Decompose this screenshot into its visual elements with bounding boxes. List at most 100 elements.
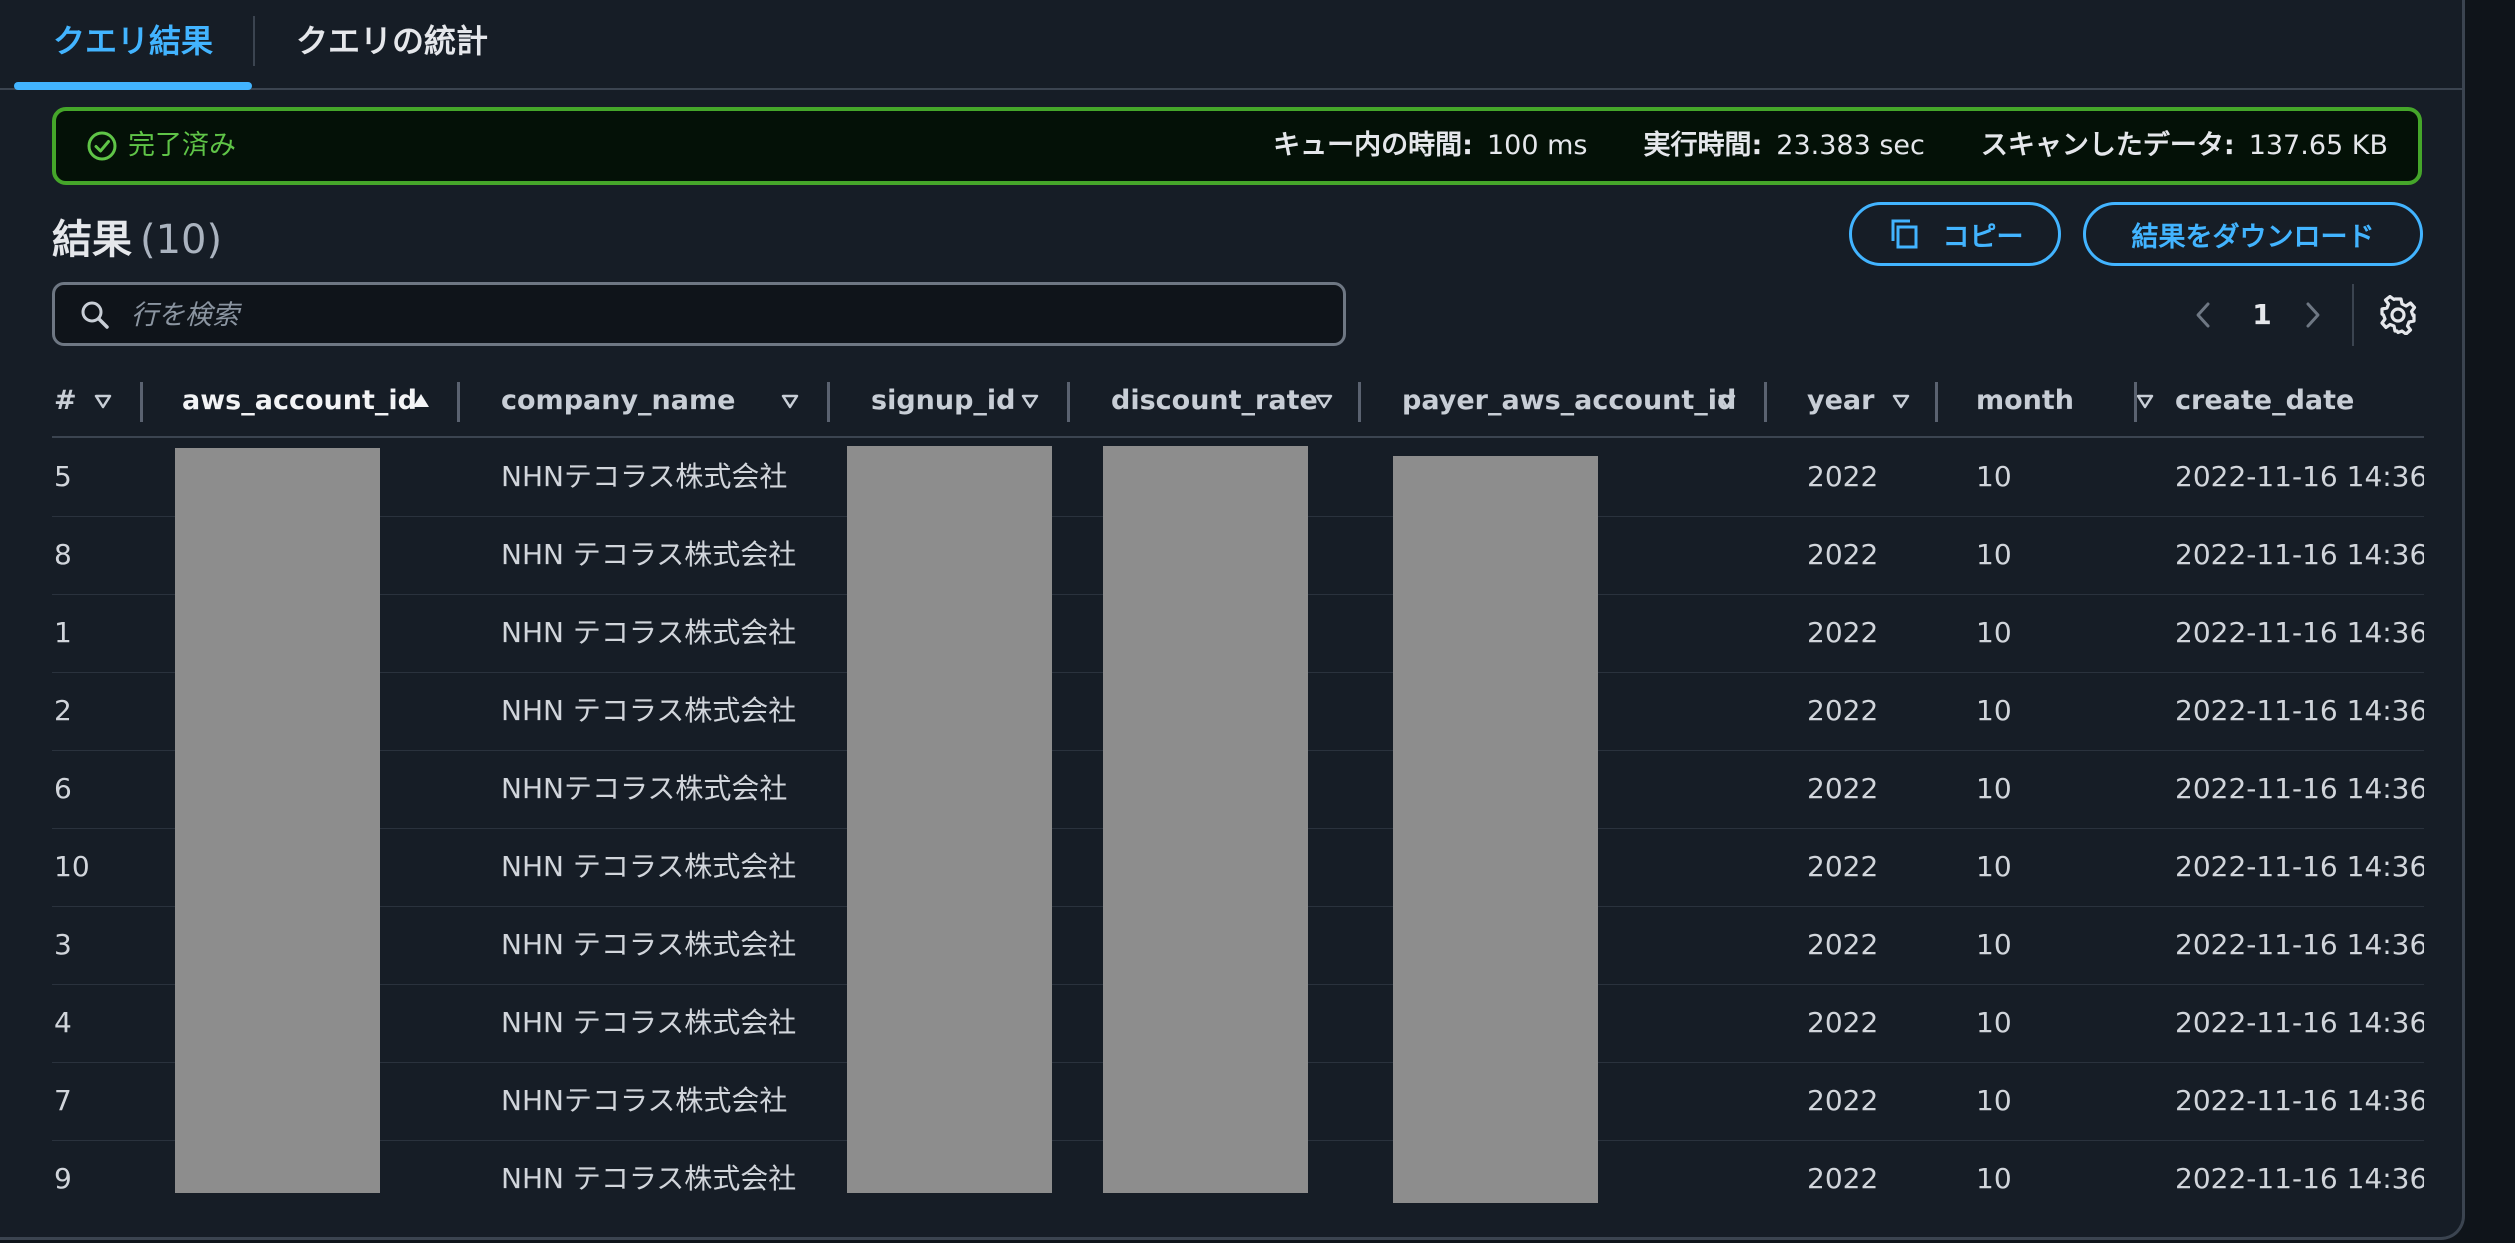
redacted-aws-account-id: [175, 448, 380, 1193]
cell-company-name: NHNテコラス株式会社: [501, 772, 788, 805]
cell-create-date: 2022-11-16 14:36:2: [2175, 1084, 2424, 1117]
column-header-year[interactable]: year: [1807, 368, 1910, 434]
sort-icon[interactable]: [781, 392, 799, 410]
sort-icon[interactable]: [94, 392, 112, 410]
download-results-label: 結果をダウンロード: [2131, 221, 2375, 252]
check-circle-icon: [87, 131, 117, 161]
pagination-divider: [2352, 284, 2354, 346]
cell-month: 10: [1976, 694, 2012, 727]
cell-row-number: 1: [54, 616, 72, 649]
scanned-data-label: スキャンしたデータ:: [1980, 130, 2235, 161]
cell-month: 10: [1976, 772, 2012, 805]
cell-row-number: 4: [54, 1006, 72, 1039]
cell-month: 10: [1976, 928, 2012, 961]
previous-page-button[interactable]: [2188, 290, 2218, 340]
chevron-left-icon: [2196, 302, 2210, 328]
redacted-discount-rate: [1103, 446, 1308, 1193]
tab-bar: クエリ結果 クエリの統計: [0, 0, 2462, 90]
column-header-month[interactable]: month: [1976, 368, 2154, 434]
results-panel: クエリ結果 クエリの統計 完了済み キュー内の時間: 100 ms 実行時間: 23…: [0, 0, 2465, 1240]
cell-company-name: NHNテコラス株式会社: [501, 460, 788, 493]
sort-icon[interactable]: [1021, 392, 1039, 410]
cell-month: 10: [1976, 616, 2012, 649]
cell-year: 2022: [1807, 694, 1879, 727]
cell-row-number: 5: [54, 460, 72, 493]
copy-button[interactable]: コピー: [1849, 202, 2061, 266]
column-header-discount-rate[interactable]: discount_rate: [1111, 368, 1333, 434]
cell-company-name: NHN テコラス株式会社: [501, 694, 797, 727]
column-header-payer-aws-account-id[interactable]: payer_aws_account_id: [1402, 368, 1736, 434]
status-banner: 完了済み キュー内の時間: 100 ms 実行時間: 23.383 sec スキャン…: [52, 107, 2422, 185]
copy-button-label: コピー: [1942, 221, 2024, 252]
cell-company-name: NHN テコラス株式会社: [501, 538, 797, 571]
sort-icon[interactable]: [1718, 392, 1736, 410]
sort-ascending-icon[interactable]: [412, 392, 430, 410]
cell-company-name: NHN テコラス株式会社: [501, 616, 797, 649]
results-title: 結果: [52, 217, 132, 263]
cell-create-date: 2022-11-16 14:36:2: [2175, 460, 2424, 493]
queue-time-label: キュー内の時間:: [1273, 130, 1473, 161]
cell-year: 2022: [1807, 850, 1879, 883]
tab-query-stats-label: クエリの統計: [296, 22, 489, 60]
search-rows-input[interactable]: [129, 291, 1313, 339]
cell-create-date: 2022-11-16 14:36:2: [2175, 538, 2424, 571]
tab-query-stats[interactable]: クエリの統計: [296, 0, 488, 86]
search-icon: [81, 301, 109, 329]
cell-company-name: NHN テコラス株式会社: [501, 850, 797, 883]
queue-time-metric: キュー内の時間: 100 ms: [1273, 111, 1587, 181]
column-resizer[interactable]: [1935, 382, 1938, 422]
cell-year: 2022: [1807, 772, 1879, 805]
column-resizer[interactable]: [457, 382, 460, 422]
cell-year: 2022: [1807, 1162, 1879, 1195]
query-metrics: キュー内の時間: 100 ms 実行時間: 23.383 sec スキャンしたデータ…: [1217, 111, 2388, 181]
cell-year: 2022: [1807, 616, 1879, 649]
column-resizer[interactable]: [1358, 382, 1361, 422]
cell-month: 10: [1976, 1084, 2012, 1117]
redacted-payer-aws-account-id: [1393, 456, 1598, 1203]
cell-create-date: 2022-11-16 14:36:2: [2175, 1162, 2424, 1195]
column-header-signup-id[interactable]: signup_id: [871, 368, 1039, 434]
cell-row-number: 3: [54, 928, 72, 961]
cell-row-number: 9: [54, 1162, 72, 1195]
column-resizer[interactable]: [827, 382, 830, 422]
column-header-aws-account-id[interactable]: aws_account_id: [182, 368, 429, 434]
cell-create-date: 2022-11-16 14:36:2: [2175, 1006, 2424, 1039]
cell-create-date: 2022-11-16 14:36:2: [2175, 772, 2424, 805]
column-resizer[interactable]: [1764, 382, 1767, 422]
column-resizer[interactable]: [140, 382, 143, 422]
next-page-button[interactable]: [2298, 290, 2328, 340]
column-resizer[interactable]: [2134, 382, 2137, 422]
run-time-metric: 実行時間: 23.383 sec: [1643, 111, 1924, 181]
tab-divider: [253, 16, 255, 66]
cell-month: 10: [1976, 1162, 2012, 1195]
cell-month: 10: [1976, 538, 2012, 571]
download-results-button[interactable]: 結果をダウンロード: [2083, 202, 2423, 266]
cell-row-number: 2: [54, 694, 72, 727]
column-header-num[interactable]: #: [54, 368, 112, 434]
cell-row-number: 7: [54, 1084, 72, 1117]
redacted-signup-id: [847, 446, 1052, 1193]
cell-year: 2022: [1807, 1084, 1879, 1117]
scanned-data-value: 137.65 KB: [2248, 130, 2388, 161]
column-header-company-name[interactable]: company_name: [501, 368, 799, 434]
sort-icon[interactable]: [1892, 392, 1910, 410]
column-resizer[interactable]: [1067, 382, 1070, 422]
sort-icon[interactable]: [2136, 392, 2154, 410]
column-header-create-date[interactable]: create_date: [2175, 368, 2354, 434]
run-time-value: 23.383 sec: [1776, 130, 1925, 161]
tab-query-results[interactable]: クエリ結果: [14, 0, 252, 90]
current-page-number[interactable]: 1: [2247, 290, 2277, 340]
cell-month: 10: [1976, 1006, 2012, 1039]
scanned-data-metric: スキャンしたデータ: 137.65 KB: [1981, 111, 2388, 181]
search-box: [52, 282, 1346, 346]
sort-icon[interactable]: [1315, 392, 1333, 410]
cell-month: 10: [1976, 850, 2012, 883]
cell-create-date: 2022-11-16 14:36:2: [2175, 850, 2424, 883]
gear-icon[interactable]: [2378, 295, 2418, 335]
table-header: # aws_account_id company_name signup_id …: [52, 368, 2424, 438]
cell-year: 2022: [1807, 538, 1879, 571]
tab-query-results-label: クエリ結果: [52, 22, 213, 60]
cell-create-date: 2022-11-16 14:36:2: [2175, 928, 2424, 961]
cell-company-name: NHN テコラス株式会社: [501, 1006, 797, 1039]
cell-create-date: 2022-11-16 14:36:2: [2175, 616, 2424, 649]
